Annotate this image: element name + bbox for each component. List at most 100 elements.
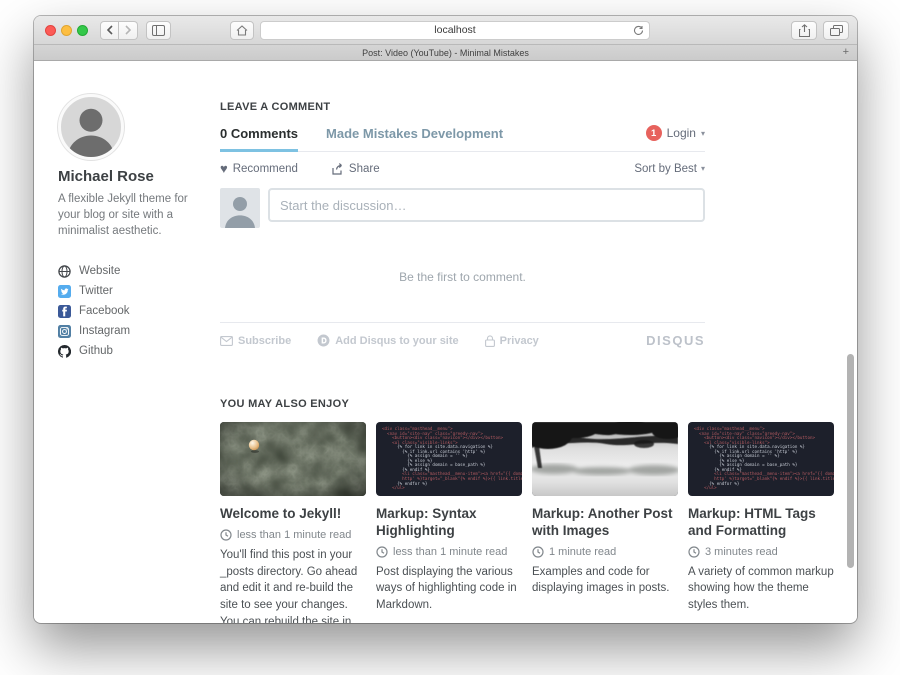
post-excerpt: Post displaying the various ways of high… <box>376 564 522 614</box>
instagram-icon <box>58 325 71 338</box>
share-icon <box>799 24 810 37</box>
subscribe-link[interactable]: Subscribe <box>220 335 291 347</box>
clock-icon <box>376 546 388 558</box>
chevron-left-icon <box>106 25 114 35</box>
forward-button[interactable] <box>119 21 138 40</box>
sidebar-link-facebook[interactable]: Facebook <box>58 301 210 321</box>
comments-heading: LEAVE A COMMENT <box>220 101 835 113</box>
twitter-icon <box>58 285 71 298</box>
disqus-actions: ♥ Recommend Share Sort by Best ▾ <box>220 161 705 176</box>
desktop-background: localhost Post: Video (YouTube) - Minima… <box>0 0 900 675</box>
post-title[interactable]: Markup: Syntax Highlighting <box>376 506 522 540</box>
disqus-d-icon <box>317 334 330 347</box>
post-thumbnail-green-foam <box>220 422 366 496</box>
traffic-lights <box>45 25 88 36</box>
show-tabs-button[interactable] <box>823 21 849 40</box>
sidebar-link-instagram[interactable]: Instagram <box>58 321 210 341</box>
main-column: LEAVE A COMMENT 0 Comments Made Mistakes… <box>220 94 835 623</box>
sidebar-icon <box>152 25 165 36</box>
person-silhouette-icon <box>61 97 121 157</box>
post-title[interactable]: Markup: Another Post with Images <box>532 506 678 540</box>
active-tab-title[interactable]: Post: Video (YouTube) - Minimal Mistakes <box>362 48 529 58</box>
chevron-right-icon <box>124 25 132 35</box>
post-read-time: 1 minute read <box>532 546 678 558</box>
share-arrow-icon <box>332 163 344 175</box>
related-posts-grid: Welcome to Jekyll! less than 1 minute re… <box>220 422 835 623</box>
zoom-window-button[interactable] <box>77 25 88 36</box>
scrollbar-thumb[interactable] <box>847 354 854 568</box>
related-post-card[interactable]: Markup: Another Post with Images 1 minut… <box>532 422 678 623</box>
notification-badge: 1 <box>646 125 662 141</box>
address-bar[interactable]: localhost <box>260 21 650 40</box>
add-disqus-link[interactable]: Add Disqus to your site <box>317 334 458 347</box>
person-silhouette-icon <box>220 188 260 228</box>
post-excerpt: Examples and code for displaying images … <box>532 564 678 597</box>
globe-icon <box>58 265 71 278</box>
chevron-down-icon: ▾ <box>701 129 705 138</box>
privacy-link[interactable]: Privacy <box>485 335 539 347</box>
clock-icon <box>532 546 544 558</box>
post-thumbnail-foggy-tree <box>532 422 678 496</box>
url-text: localhost <box>434 24 475 36</box>
sidebar-toggle-button[interactable] <box>146 21 171 40</box>
disqus-nav: 0 Comments Made Mistakes Development 1 L… <box>220 125 705 152</box>
post-thumbnail-code: <div class="masthead__menu"> <nav id="si… <box>688 422 834 496</box>
minimize-window-button[interactable] <box>61 25 72 36</box>
envelope-icon <box>220 336 233 346</box>
lock-icon <box>485 335 495 347</box>
sidebar-link-website[interactable]: Website <box>58 261 210 281</box>
post-thumbnail-code: <div class="masthead__menu"> <nav id="si… <box>376 422 522 496</box>
sort-dropdown[interactable]: Sort by Best ▾ <box>634 163 705 175</box>
tabs-overview-icon <box>830 25 843 36</box>
safari-window: localhost Post: Video (YouTube) - Minima… <box>34 16 857 623</box>
avatar <box>58 94 124 160</box>
back-button[interactable] <box>100 21 119 40</box>
share-button[interactable] <box>791 21 817 40</box>
post-read-time: less than 1 minute read <box>220 529 366 541</box>
sidebar-link-github[interactable]: Github <box>58 341 210 361</box>
tab-comment-count[interactable]: 0 Comments <box>220 126 298 141</box>
recommend-button[interactable]: ♥ Recommend <box>220 161 298 176</box>
close-window-button[interactable] <box>45 25 56 36</box>
empty-state-message: Be the first to comment. <box>220 270 705 284</box>
author-bio: A flexible Jekyll theme for your blog or… <box>58 191 194 239</box>
post-read-time: 3 minutes read <box>688 546 834 558</box>
post-title[interactable]: Welcome to Jekyll! <box>220 506 366 523</box>
tab-bar: Post: Video (YouTube) - Minimal Mistakes… <box>34 45 857 61</box>
disqus-logo[interactable]: DISQUS <box>646 333 705 348</box>
author-sidebar: Michael Rose A flexible Jekyll theme for… <box>58 94 210 623</box>
social-links: Website Twitter Facebook Instagram <box>58 261 210 361</box>
browser-toolbar: localhost <box>34 16 857 45</box>
sidebar-link-twitter[interactable]: Twitter <box>58 281 210 301</box>
facebook-icon <box>58 305 71 318</box>
post-title[interactable]: Markup: HTML Tags and Formatting <box>688 506 834 540</box>
related-post-card[interactable]: <div class="masthead__menu"> <nav id="si… <box>376 422 522 623</box>
related-post-card[interactable]: <div class="masthead__menu"> <nav id="si… <box>688 422 834 623</box>
related-posts-heading: YOU MAY ALSO ENJOY <box>220 398 835 410</box>
chevron-down-icon: ▾ <box>701 164 705 173</box>
home-icon <box>236 25 248 36</box>
post-read-time: less than 1 minute read <box>376 546 522 558</box>
share-thread-button[interactable]: Share <box>332 163 380 175</box>
login-label: Login <box>667 126 696 140</box>
guest-avatar <box>220 188 260 228</box>
post-excerpt: You'll find this post in your _posts dir… <box>220 547 366 623</box>
page-content: Michael Rose A flexible Jekyll theme for… <box>34 61 857 621</box>
login-menu[interactable]: 1 Login ▾ <box>646 125 705 141</box>
github-icon <box>58 345 71 358</box>
divider <box>220 322 705 323</box>
comment-input[interactable] <box>268 188 705 222</box>
home-button[interactable] <box>230 21 254 40</box>
author-name: Michael Rose <box>58 168 210 185</box>
related-post-card[interactable]: Welcome to Jekyll! less than 1 minute re… <box>220 422 366 623</box>
new-tab-button[interactable]: + <box>843 45 849 60</box>
comment-form <box>220 188 705 228</box>
clock-icon <box>688 546 700 558</box>
disqus-footer: Subscribe Add Disqus to your site Privac… <box>220 333 705 348</box>
post-excerpt: A variety of common markup showing how t… <box>688 564 834 614</box>
heart-icon: ♥ <box>220 161 228 176</box>
reload-icon[interactable] <box>633 25 644 36</box>
tab-community-name[interactable]: Made Mistakes Development <box>326 126 503 141</box>
clock-icon <box>220 529 232 541</box>
disqus-embed: 0 Comments Made Mistakes Development 1 L… <box>220 125 705 348</box>
